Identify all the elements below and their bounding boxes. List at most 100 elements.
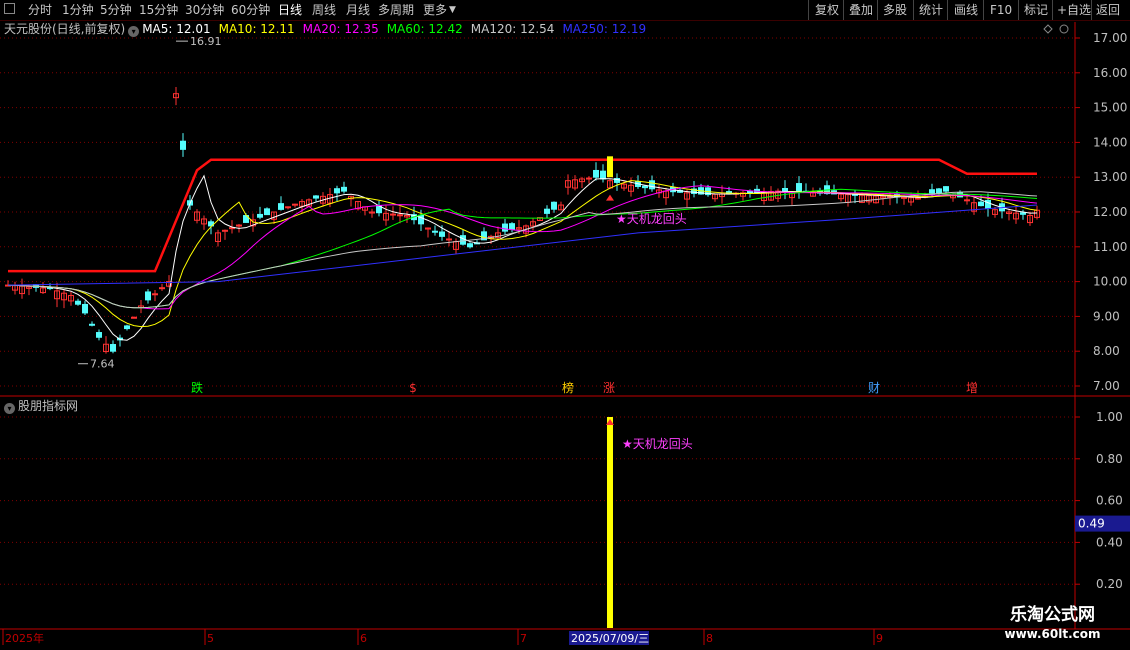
sub-y-tick-label: 0.80 [1096, 452, 1123, 466]
y-tick-label: 7.00 [1093, 379, 1120, 393]
chevron-down-icon[interactable]: ▾ [4, 403, 15, 414]
signal-label: ★天机龙回头 [616, 212, 687, 226]
candle-body [432, 230, 438, 233]
candle-body [439, 231, 445, 237]
signal-candle [607, 156, 613, 178]
sub-signal-label: ★天机龙回头 [622, 437, 693, 451]
candle-body [747, 190, 753, 194]
date-label: 7 [520, 632, 527, 645]
candle-body [257, 213, 263, 218]
sub-y-tick-label: 0.40 [1096, 535, 1123, 549]
watermark: 乐淘公式网 www.60lt.com [985, 604, 1120, 642]
candle-body [390, 213, 396, 216]
ma250-line [7, 204, 1038, 286]
candle-body [96, 332, 102, 338]
ma-legend-item: MA5: 12.01 [142, 22, 211, 36]
candle-body [131, 316, 137, 319]
sub-y-tick-label: 1.00 [1096, 410, 1123, 424]
date-label: 9 [876, 632, 883, 645]
date-label: 5 [207, 632, 214, 645]
candle-body [978, 201, 984, 207]
event-marker: 跌 [191, 380, 203, 395]
y-tick-label: 11.00 [1093, 240, 1127, 254]
kline-chart[interactable]: 17.00 16.00 15.00 14.00 13.00 12.00 11.00 10.00… [0, 0, 1130, 650]
y-tick-label: 10.00 [1093, 275, 1127, 289]
watermark-url: www.60lt.com [1004, 627, 1101, 641]
y-tick-label: 12.00 [1093, 205, 1127, 219]
candle-body [467, 243, 473, 248]
y-tick-label: 16.00 [1093, 66, 1127, 80]
ma-legend-item: MA20: 12.35 [302, 22, 379, 36]
candle-body [600, 170, 606, 180]
event-marker: $ [409, 381, 417, 395]
event-marker: 财 [868, 381, 880, 395]
candle-body [915, 197, 921, 200]
candle-body [89, 323, 95, 326]
candle-body [313, 195, 319, 199]
candle-body [551, 201, 557, 210]
diamond-icon [1043, 24, 1053, 34]
candle-body [586, 177, 592, 180]
candle-body [796, 183, 802, 193]
stock-name: 天元股份(日线,前复权) [4, 22, 126, 36]
candle-body [110, 344, 116, 352]
candle-body [642, 185, 648, 189]
low-price-label: 7.64 [90, 358, 115, 371]
sub-y-tick-label: 0.20 [1096, 577, 1123, 591]
candle-body [502, 223, 508, 232]
ma-legend-item: MA120: 12.54 [470, 22, 555, 36]
y-tick-label: 15.00 [1093, 101, 1127, 115]
candle-body [446, 238, 452, 241]
candle-body [264, 208, 270, 216]
event-marker: 榜 [562, 380, 574, 395]
candle-body [145, 291, 151, 301]
event-marker: 涨 [603, 380, 615, 395]
ma-legend-item: MA60: 12.42 [386, 22, 463, 36]
candle-body [341, 186, 347, 192]
candle-body [75, 300, 81, 305]
candle-body [943, 186, 949, 192]
candle-body [124, 325, 130, 330]
candle-body [397, 214, 403, 217]
candle-body [236, 224, 242, 227]
candle-body [278, 203, 284, 210]
date-label: 6 [360, 632, 367, 645]
candle-body [901, 196, 907, 199]
ma-legend-item: MA250: 12.19 [562, 22, 647, 36]
y-tick-label: 14.00 [1093, 135, 1127, 149]
sub-value-text: 0.49 [1078, 517, 1105, 531]
resistance-line [8, 158, 1037, 273]
candle-body [782, 188, 788, 192]
event-marker: 增 [966, 381, 978, 395]
watermark-title: 乐淘公式网 [1010, 605, 1095, 625]
sub-y-tick-label: 0.60 [1096, 494, 1123, 508]
chevron-down-icon[interactable]: ▾ [128, 26, 140, 37]
candle-body [649, 180, 655, 190]
y-tick-label: 9.00 [1093, 309, 1120, 323]
high-price-label: 16.91 [190, 35, 222, 48]
candle-body [593, 169, 599, 178]
candle-body [285, 206, 291, 209]
candle-body [544, 208, 550, 214]
candle-body [936, 188, 942, 194]
date-label: 2025年 [5, 631, 44, 645]
date-label: 8 [706, 632, 713, 645]
signal-bar [607, 417, 613, 628]
y-tick-label: 13.00 [1093, 170, 1127, 184]
ma-legend: MA5: 12.01 MA10: 12.11 MA20: 12.35 MA60: 12… [142, 22, 654, 36]
date-cursor-label: 2025/07/09/三 [571, 632, 649, 645]
candle-body [1020, 212, 1026, 215]
ma-legend-item: MA10: 12.11 [218, 22, 295, 36]
signal-arrow [606, 194, 614, 201]
candle-body [180, 140, 186, 150]
candle-body [292, 203, 298, 206]
candle-body [82, 303, 88, 314]
candle-body [334, 188, 340, 194]
sub-chart-title: ▾ 股朋指标网 [4, 399, 78, 414]
y-tick-label: 8.00 [1093, 344, 1120, 358]
candle-body [964, 199, 970, 202]
settings-icon [1059, 24, 1069, 34]
candle-body [159, 287, 165, 290]
y-tick-label: 17.00 [1093, 31, 1127, 45]
main-chart-title: 天元股份(日线,前复权) ▾ MA5: 12.01 MA10: 12.11 MA20: … [4, 22, 654, 37]
